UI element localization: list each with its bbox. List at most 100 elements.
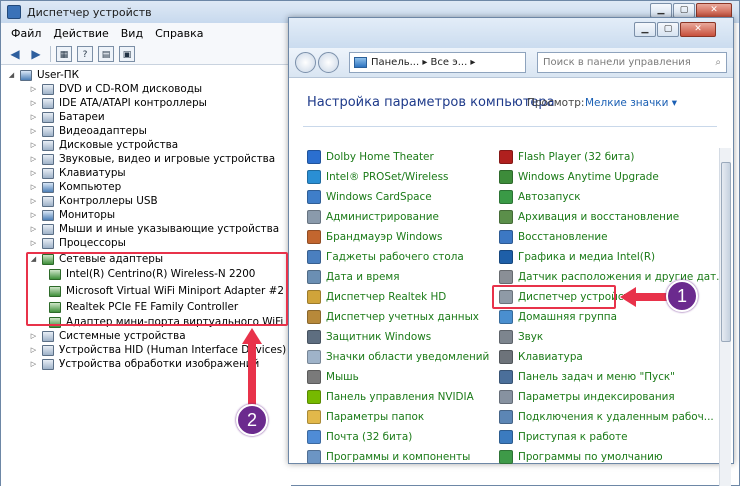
cp-item-mail[interactable]: Почта (32 бита) bbox=[307, 428, 412, 446]
tree-node-label: Батареи bbox=[59, 111, 105, 123]
expand-icon[interactable]: ▷ bbox=[29, 197, 38, 205]
tree-node[interactable]: ▷ Процессоры bbox=[29, 235, 126, 251]
cp-item-defender[interactable]: Защитник Windows bbox=[307, 328, 431, 346]
device-manager-caption-buttons: ▁ ▢ ✕ bbox=[649, 3, 732, 18]
cp-item-gadgets[interactable]: Гаджеты рабочего стола bbox=[307, 248, 464, 266]
maximize-icon[interactable]: ▢ bbox=[657, 22, 679, 37]
tree-node[interactable]: ▷ Устройства обработки изображений bbox=[29, 356, 260, 372]
expand-icon[interactable]: ▷ bbox=[29, 332, 38, 340]
view-by-dropdown[interactable]: Мелкие значки ▾ bbox=[585, 97, 677, 109]
cp-item-anytime-upgrade[interactable]: Windows Anytime Upgrade bbox=[499, 168, 659, 186]
properties-icon[interactable]: ▦ bbox=[56, 45, 72, 62]
tree-node-label: DVD и CD-ROM дисководы bbox=[59, 83, 203, 95]
keyboard-icon bbox=[42, 167, 54, 179]
address-path-text: Панель... ▸ Все э... ▸ bbox=[371, 57, 476, 68]
menu-bar: Файл Действие Вид Справка bbox=[1, 23, 291, 43]
expand-icon[interactable]: ▷ bbox=[29, 113, 38, 121]
help-icon[interactable]: ? bbox=[77, 45, 93, 62]
maximize-icon[interactable]: ▢ bbox=[673, 3, 695, 18]
forward-arrow-icon[interactable]: ▶ bbox=[28, 46, 44, 62]
update-driver-icon[interactable]: ▤ bbox=[98, 45, 114, 62]
back-button-icon[interactable] bbox=[295, 52, 316, 73]
menu-file[interactable]: Файл bbox=[5, 27, 47, 40]
expand-icon[interactable]: ▷ bbox=[29, 169, 38, 177]
cp-item-label: Клавиатура bbox=[518, 351, 583, 363]
cp-item-admin[interactable]: Администрирование bbox=[307, 208, 439, 226]
cp-item-folder-options[interactable]: Параметры папок bbox=[307, 408, 424, 426]
expand-icon[interactable]: ▷ bbox=[29, 225, 38, 233]
expand-icon[interactable]: ▷ bbox=[29, 239, 38, 247]
minimize-icon[interactable]: ▁ bbox=[650, 3, 672, 18]
cp-item-label: Брандмауэр Windows bbox=[326, 231, 443, 243]
menu-action[interactable]: Действие bbox=[47, 27, 114, 40]
scan-hardware-icon[interactable]: ▣ bbox=[119, 45, 135, 62]
close-icon[interactable]: ✕ bbox=[680, 22, 716, 37]
expand-icon[interactable]: ▷ bbox=[29, 183, 38, 191]
cp-item-default-programs[interactable]: Программы по умолчанию bbox=[499, 448, 663, 466]
expand-icon[interactable]: ▷ bbox=[29, 155, 38, 163]
cp-item-intel-proset[interactable]: Intel® PROSet/Wireless bbox=[307, 168, 448, 186]
cp-item-recovery[interactable]: Восстановление bbox=[499, 228, 608, 246]
cp-item-label: Администрирование bbox=[326, 211, 439, 223]
cp-item-taskbar[interactable]: Панель задач и меню "Пуск" bbox=[499, 368, 675, 386]
cp-item-label: Dolby Home Theater bbox=[326, 151, 434, 163]
expand-icon[interactable]: ▷ bbox=[29, 211, 38, 219]
cp-item-getting-started[interactable]: Приступая к работе bbox=[499, 428, 628, 446]
cp-item-notification-icons[interactable]: Значки области уведомлений bbox=[307, 348, 489, 366]
back-arrow-icon[interactable]: ◀ bbox=[7, 46, 23, 62]
tree-node-label: Процессоры bbox=[59, 237, 126, 249]
cp-item-realtek[interactable]: Диспетчер Realtek HD bbox=[307, 288, 446, 306]
cp-item-backup[interactable]: Архивация и восстановление bbox=[499, 208, 679, 226]
hid-device-icon bbox=[42, 344, 54, 356]
homegroup-icon bbox=[499, 310, 513, 324]
expand-icon[interactable]: ▷ bbox=[29, 99, 38, 107]
cp-item-firewall[interactable]: Брандмауэр Windows bbox=[307, 228, 442, 246]
cp-item-remote-desktop[interactable]: Подключения к удаленным рабоч... bbox=[499, 408, 714, 426]
toolbar-separator bbox=[50, 45, 51, 62]
flash-icon bbox=[499, 150, 513, 164]
intel-graphics-icon bbox=[499, 250, 513, 264]
ide-controller-icon bbox=[42, 97, 54, 109]
cp-item-credentials[interactable]: Диспетчер учетных данных bbox=[307, 308, 479, 326]
cp-item-mouse[interactable]: Мышь bbox=[307, 368, 359, 386]
address-path[interactable]: Панель... ▸ Все э... ▸ bbox=[349, 52, 526, 73]
cp-item-label: Почта (32 бита) bbox=[326, 431, 413, 443]
cp-item-programs[interactable]: Программы и компоненты bbox=[307, 448, 470, 466]
minimize-icon[interactable]: ▁ bbox=[634, 22, 656, 37]
vertical-scrollbar[interactable] bbox=[719, 148, 731, 486]
expand-icon[interactable]: ▷ bbox=[29, 127, 38, 135]
cp-item-intel-graphics[interactable]: Графика и медиа Intel(R) bbox=[499, 248, 655, 266]
cp-item-autoplay[interactable]: Автозапуск bbox=[499, 188, 580, 206]
cp-item-label: Гаджеты рабочего стола bbox=[326, 251, 464, 263]
tree-node-label: IDE ATA/ATAPI контроллеры bbox=[59, 97, 207, 109]
cp-item-nvidia[interactable]: Панель управления NVIDIA bbox=[307, 388, 474, 406]
close-icon[interactable]: ✕ bbox=[696, 3, 732, 18]
cp-item-label: Датчик расположения и другие дат... bbox=[518, 271, 727, 283]
menu-view[interactable]: Вид bbox=[115, 27, 149, 40]
scrollbar-thumb[interactable] bbox=[721, 162, 731, 342]
remote-desktop-icon bbox=[499, 410, 513, 424]
windows-upgrade-icon bbox=[499, 170, 513, 184]
cp-item-cardspace[interactable]: Windows CardSpace bbox=[307, 188, 432, 206]
expand-icon[interactable]: ▷ bbox=[29, 346, 38, 354]
cp-item-label: Панель задач и меню "Пуск" bbox=[518, 371, 675, 383]
expand-icon[interactable]: ▷ bbox=[29, 85, 38, 93]
cp-item-dolby[interactable]: Dolby Home Theater bbox=[307, 148, 434, 166]
cp-item-label: Flash Player (32 бита) bbox=[518, 151, 635, 163]
menu-help[interactable]: Справка bbox=[149, 27, 209, 40]
display-adapter-icon bbox=[42, 125, 54, 137]
cp-item-homegroup[interactable]: Домашняя группа bbox=[499, 308, 617, 326]
search-input[interactable]: Поиск в панели управления ⌕ bbox=[537, 52, 727, 73]
cp-item-sound[interactable]: Звук bbox=[499, 328, 543, 346]
expand-icon[interactable]: ▷ bbox=[29, 141, 38, 149]
search-icon[interactable]: ⌕ bbox=[715, 57, 721, 68]
cp-item-keyboard[interactable]: Клавиатура bbox=[499, 348, 583, 366]
view-by-label: Просмотр: bbox=[527, 97, 585, 109]
forward-button-icon[interactable] bbox=[318, 52, 339, 73]
cp-item-datetime[interactable]: Дата и время bbox=[307, 268, 399, 286]
collapse-icon[interactable]: ◢ bbox=[7, 71, 16, 79]
cp-item-indexing[interactable]: Параметры индексирования bbox=[499, 388, 675, 406]
cp-item-label: Подключения к удаленным рабоч... bbox=[518, 411, 714, 423]
cp-item-flash[interactable]: Flash Player (32 бита) bbox=[499, 148, 634, 166]
expand-icon[interactable]: ▷ bbox=[29, 360, 38, 368]
